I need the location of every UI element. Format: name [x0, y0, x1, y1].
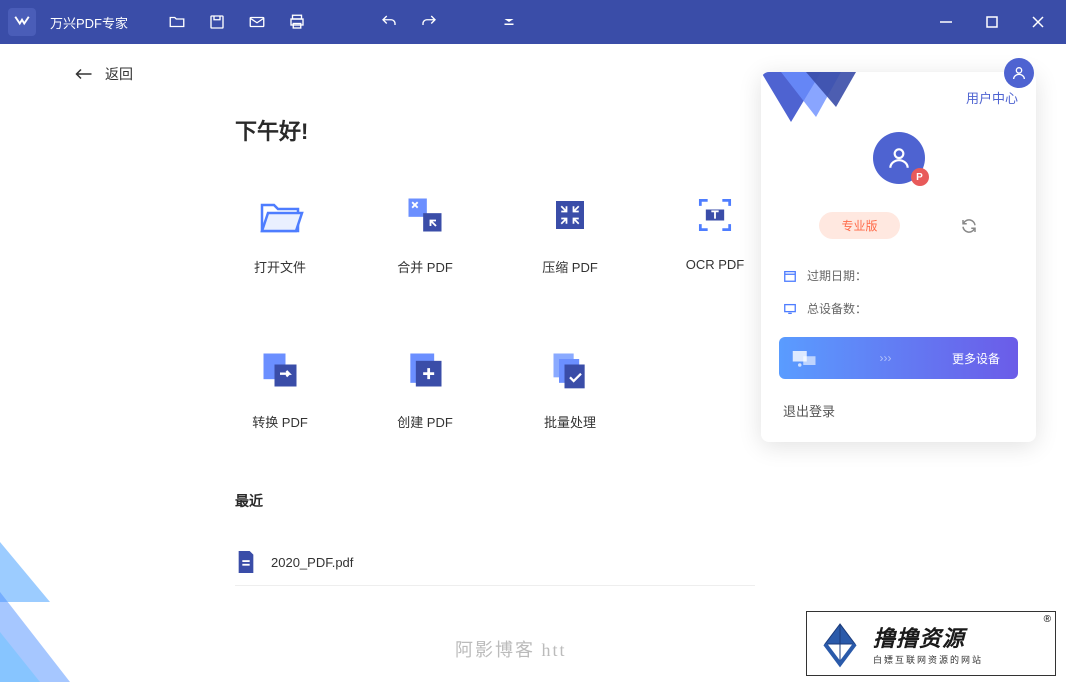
more-devices-button[interactable]: ››› 更多设备	[779, 337, 1018, 379]
recent-item[interactable]: 2020_PDF.pdf	[235, 539, 755, 586]
devices-graphic-icon	[791, 346, 819, 370]
action-label: 压缩 PDF	[542, 257, 598, 276]
window-controls	[938, 14, 1058, 30]
action-label: 打开文件	[254, 257, 306, 276]
expire-label: 过期日期：	[807, 267, 867, 284]
undo-icon[interactable]	[380, 13, 398, 31]
action-label: OCR PDF	[686, 257, 745, 272]
action-batch-process[interactable]: 批量处理	[525, 346, 615, 431]
open-file-icon	[256, 191, 304, 239]
panel-decoration	[761, 72, 861, 132]
action-open-file[interactable]: 打开文件	[235, 191, 325, 276]
calendar-icon	[783, 269, 797, 283]
redo-icon[interactable]	[420, 13, 438, 31]
user-panel: 用户中心 P 专业版 过期日期： 总设备数： ››› 更多设备 退出登录	[761, 72, 1036, 442]
maximize-icon[interactable]	[984, 14, 1000, 30]
action-create-pdf[interactable]: 创建 PDF	[380, 346, 470, 431]
recent-title: 最近	[235, 491, 1006, 511]
create-pdf-icon	[401, 346, 449, 394]
print-icon[interactable]	[288, 13, 306, 31]
panel-header: 用户中心	[761, 72, 1036, 122]
action-label: 合并 PDF	[397, 257, 453, 276]
titlebar: 万兴PDF专家	[0, 0, 1066, 44]
merge-pdf-icon	[401, 191, 449, 239]
recent-section: 最近 2020_PDF.pdf	[235, 491, 1006, 586]
action-merge-pdf[interactable]: 合并 PDF	[380, 191, 470, 276]
avatar-wrap: P	[761, 132, 1036, 184]
action-label: 创建 PDF	[397, 412, 453, 431]
action-label: 批量处理	[544, 412, 596, 431]
mail-icon[interactable]	[248, 13, 266, 31]
monitor-icon	[783, 302, 797, 316]
devices-row: 总设备数：	[783, 300, 1014, 317]
save-icon[interactable]	[208, 13, 226, 31]
batch-process-icon	[546, 346, 594, 394]
watermark-logo-icon	[815, 619, 865, 669]
back-label: 返回	[105, 64, 133, 84]
expire-row: 过期日期：	[783, 267, 1014, 284]
convert-pdf-icon	[256, 346, 304, 394]
action-ocr-pdf[interactable]: OCR PDF	[670, 191, 760, 276]
action-compress-pdf[interactable]: 压缩 PDF	[525, 191, 615, 276]
watermark-sub-text: 白嫖互联网资源的网站	[873, 653, 983, 666]
avatar-plan-badge: P	[911, 168, 929, 186]
more-devices-label: 更多设备	[952, 350, 1000, 367]
folder-icon[interactable]	[168, 13, 186, 31]
pdf-file-icon	[235, 549, 257, 575]
plan-badge: 专业版	[819, 212, 899, 239]
watermark-main-text: 撸撸资源	[873, 621, 983, 653]
close-icon[interactable]	[1030, 14, 1046, 30]
recent-file-name: 2020_PDF.pdf	[271, 555, 353, 570]
user-center-link[interactable]: 用户中心	[966, 88, 1018, 107]
compress-pdf-icon	[546, 191, 594, 239]
watermark-logo: 撸撸资源 白嫖互联网资源的网站 ®	[806, 611, 1056, 676]
app-title: 万兴PDF专家	[50, 13, 128, 32]
app-logo	[8, 8, 36, 36]
user-badge[interactable]	[1004, 58, 1034, 88]
action-convert-pdf[interactable]: 转换 PDF	[235, 346, 325, 431]
devices-label: 总设备数：	[807, 300, 867, 317]
minimize-icon[interactable]	[938, 14, 954, 30]
toolbar-icons	[168, 13, 518, 31]
info-rows: 过期日期： 总设备数：	[761, 239, 1036, 317]
corner-decoration-left	[0, 502, 90, 682]
ocr-pdf-icon	[691, 191, 739, 239]
refresh-icon[interactable]	[960, 217, 978, 235]
action-label: 转换 PDF	[252, 412, 308, 431]
menu-icon[interactable]	[500, 13, 518, 31]
plan-row: 专业版	[761, 212, 1036, 239]
avatar[interactable]: P	[873, 132, 925, 184]
watermark-registered: ®	[1044, 614, 1051, 625]
logout-button[interactable]: 退出登录	[761, 379, 1036, 442]
